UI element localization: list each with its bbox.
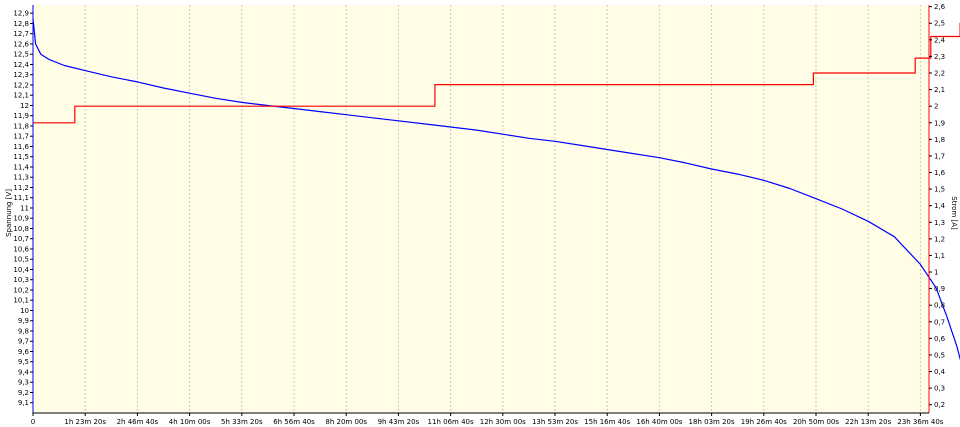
y-left-tick-label: 9,8: [18, 327, 29, 335]
x-tick-label: 22h 13m 20s: [845, 418, 891, 426]
x-tick-label: 4h 10m 00s: [169, 418, 211, 426]
y-left-tick-label: 12,8: [13, 20, 29, 28]
y-left-tick-label: 9,3: [18, 379, 29, 387]
y-left-tick-label: 10,8: [13, 225, 29, 233]
y-right-tick-label: 0,3: [934, 385, 945, 393]
y-left-tick-label: 10,4: [13, 266, 29, 274]
y-left-tick-label: 11,2: [13, 184, 29, 192]
x-tick-label: 11h 06m 40s: [428, 418, 474, 426]
y-right-tick-label: 2,2: [934, 70, 945, 78]
y-axis-label-right: Strom [A]: [950, 196, 958, 230]
x-tick-label: 23h 36m 40s: [897, 418, 943, 426]
y-left-tick-label: 11,3: [13, 174, 29, 182]
y-left-tick-label: 10,9: [13, 215, 29, 223]
y-left-tick-label: 9,6: [18, 348, 30, 356]
y-left-tick-label: 10,1: [13, 297, 29, 305]
y-right-tick-label: 1,8: [934, 136, 945, 144]
y-left-tick-label: 10,3: [13, 276, 29, 284]
y-left-tick-label: 9,1: [18, 399, 29, 407]
x-tick-label: 18h 03m 20s: [689, 418, 735, 426]
y-left-tick-label: 10: [20, 307, 29, 315]
y-left-tick-label: 12,5: [13, 51, 29, 59]
y-right-tick-label: 1,3: [934, 219, 945, 227]
y-right-tick-label: 0,2: [934, 401, 945, 409]
y-left-tick-label: 9,4: [18, 368, 30, 376]
y-right-tick-label: 1,5: [934, 186, 945, 194]
y-right-tick-label: 0,8: [934, 302, 945, 310]
y-right-tick-label: 1,7: [934, 152, 945, 160]
y-right-tick-label: 0,6: [934, 335, 946, 343]
y-left-tick-label: 9,7: [18, 338, 29, 346]
y-right-tick-label: 1,9: [934, 119, 945, 127]
y-right-tick-label: 1: [934, 269, 938, 277]
y-left-tick-label: 12,4: [13, 61, 29, 69]
y-left-tick-label: 11,6: [13, 143, 29, 151]
y-right-tick-label: 2,5: [934, 20, 945, 28]
left-ticks: 9,1 9,2 9,3 9,4 9,5 9,6 9,7 9,8 9,9 10 10,1 10,2 10,…: [13, 10, 33, 407]
x-tick-label: 15h 16m 40s: [584, 418, 630, 426]
x-tick-label: 19h 26m 40s: [741, 418, 787, 426]
y-right-tick-label: 2,4: [934, 36, 946, 44]
y-left-tick-label: 10,5: [13, 256, 29, 264]
y-right-tick-label: 1,6: [934, 169, 946, 177]
y-left-tick-label: 12: [20, 102, 29, 110]
y-left-tick-label: 9,5: [18, 358, 29, 366]
x-tick-label: 5h 33m 20s: [221, 418, 263, 426]
x-ticks: 0 1h 23m 20s 2h 46m 40s 4h 10m 00s 5h 33m 20…: [31, 413, 944, 426]
y-right-tick-label: 1,4: [934, 202, 946, 210]
x-tick-label: 16h 40m 00s: [636, 418, 682, 426]
y-axis-label-left: Spannung [V]: [5, 189, 13, 237]
y-left-tick-label: 10,7: [13, 235, 29, 243]
plot-background: [33, 5, 928, 413]
x-tick-label: 8h 20m 00s: [325, 418, 367, 426]
x-tick-label: 9h 43m 20s: [378, 418, 420, 426]
x-tick-label: 12h 30m 00s: [480, 418, 526, 426]
y-left-tick-label: 11,1: [13, 194, 29, 202]
x-tick-label: 20h 50m 00s: [793, 418, 839, 426]
y-left-tick-label: 11,8: [13, 122, 29, 130]
chart: 9,19,29,39,49,59,69,79,89,91010,110,210,…: [5, 3, 960, 426]
y-right-tick-label: 0,4: [934, 368, 946, 376]
y-left-tick-label: 11,9: [13, 112, 29, 120]
y-left-tick-label: 11: [20, 204, 29, 212]
y-left-tick-label: 10,6: [13, 245, 29, 253]
y-right-tick-label: 1,1: [934, 252, 945, 260]
y-right-tick-label: 0,7: [934, 318, 945, 326]
x-tick-label: 1h 23m 20s: [64, 418, 106, 426]
y-left-tick-label: 11,4: [13, 163, 29, 171]
y-left-tick-label: 12,3: [13, 71, 29, 79]
y-left-tick-label: 9,2: [18, 389, 29, 397]
y-right-tick-label: 2,6: [934, 3, 946, 11]
x-tick-label: 2h 46m 40s: [117, 418, 159, 426]
x-tick-label: 13h 53m 20s: [532, 418, 578, 426]
y-right-tick-label: 2: [934, 103, 938, 111]
y-left-tick-label: 11,5: [13, 153, 29, 161]
y-right-tick-label: 0,9: [934, 285, 945, 293]
y-right-tick-label: 0,5: [934, 351, 945, 359]
y-right-tick-label: 1,2: [934, 235, 945, 243]
right-ticks: 0,2 0,3 0,4 0,5 0,6 0,7 0,8 0,9 1 1,1 1,2 1,3 1,4 1,5…: [929, 3, 946, 409]
y-right-tick-label: 2,1: [934, 86, 945, 94]
x-tick-label: 6h 56m 40s: [273, 418, 315, 426]
y-left-tick-label: 12,6: [13, 40, 29, 48]
y-left-tick-label: 12,1: [13, 92, 29, 100]
y-left-tick-label: 12,7: [13, 30, 29, 38]
y-left-tick-label: 12,9: [13, 10, 29, 18]
y-left-tick-label: 11,7: [13, 133, 29, 141]
x-tick-label: 0: [31, 418, 35, 426]
y-left-tick-label: 12,2: [13, 81, 29, 89]
y-left-tick-label: 9,9: [18, 317, 29, 325]
y-left-tick-label: 10,2: [13, 286, 29, 294]
y-right-tick-label: 2,3: [934, 53, 945, 61]
